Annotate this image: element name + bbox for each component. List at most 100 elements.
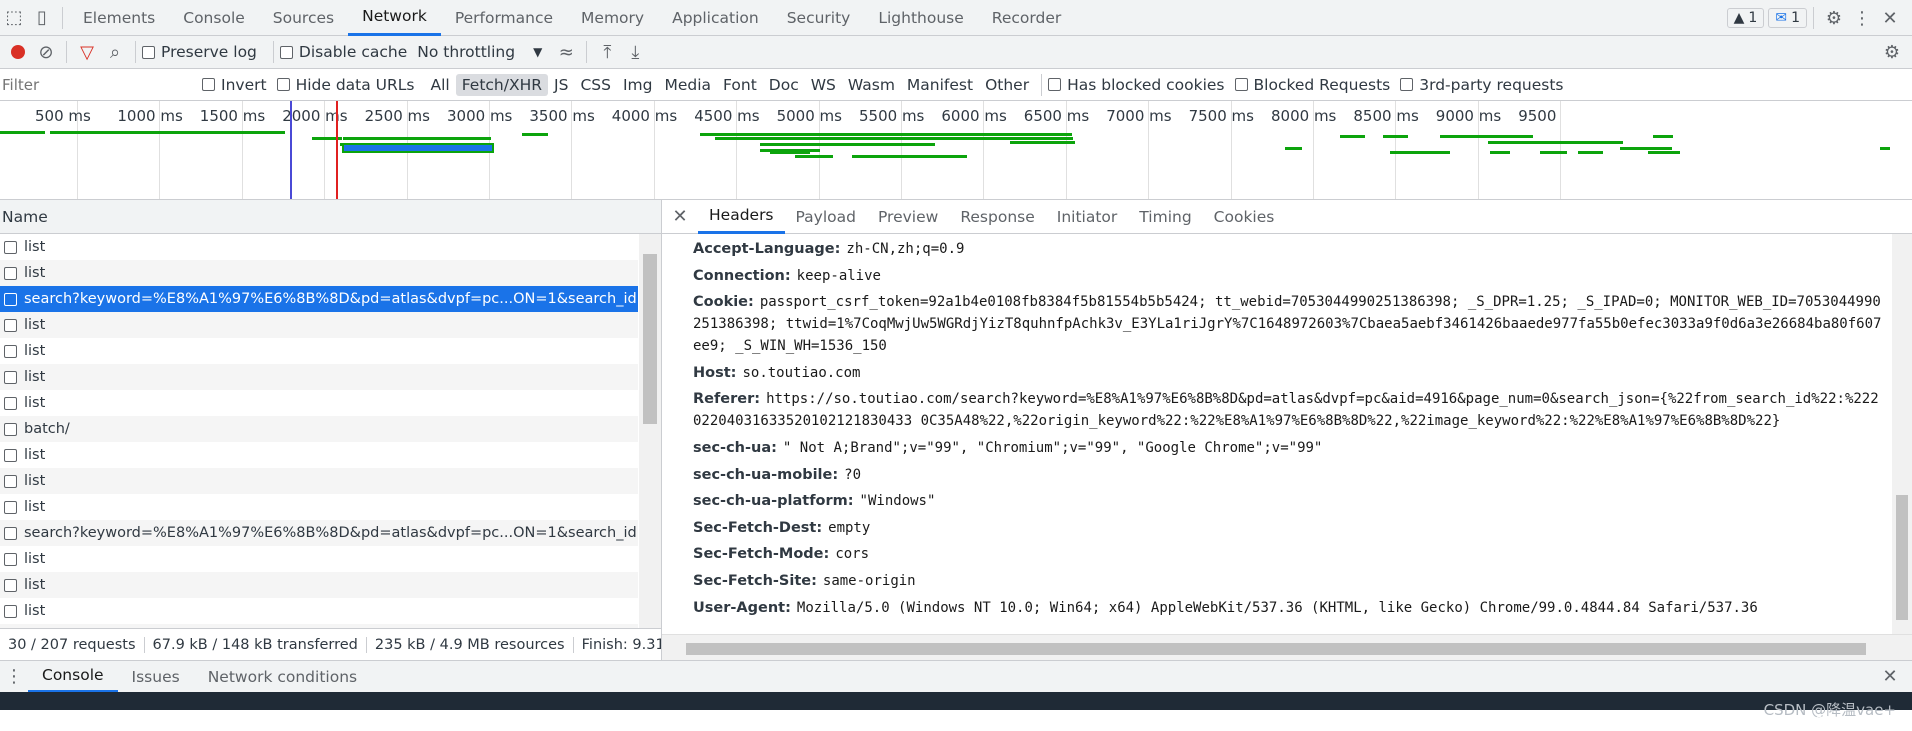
checkbox-box[interactable] [1400,78,1414,91]
detail-tab-response[interactable]: Response [949,200,1045,234]
type-filter-other[interactable]: Other [979,74,1035,96]
row-checkbox[interactable] [4,396,17,410]
warnings-badge[interactable]: ▲ 1 [1726,8,1765,28]
drawer-tab-console[interactable]: Console [28,661,118,693]
detail-tab-initiator[interactable]: Initiator [1046,200,1129,234]
checkbox-box[interactable] [279,45,293,59]
row-checkbox[interactable] [4,370,17,384]
request-row[interactable]: list [0,364,638,390]
drawer-tab-network-conditions[interactable]: Network conditions [194,661,371,693]
row-checkbox[interactable] [4,526,17,540]
row-checkbox[interactable] [4,604,17,618]
row-checkbox[interactable] [4,266,17,280]
tab-performance[interactable]: Performance [441,0,567,36]
name-column-header[interactable]: Name [0,200,661,234]
close-detail-icon[interactable]: ✕ [666,203,694,231]
type-filter-js[interactable]: JS [548,74,574,96]
tab-sources[interactable]: Sources [259,0,348,36]
tab-memory[interactable]: Memory [567,0,658,36]
type-filter-manifest[interactable]: Manifest [901,74,979,96]
request-row[interactable]: list [0,338,638,364]
settings-gear-icon[interactable]: ⚙ [1820,4,1848,32]
row-checkbox[interactable] [4,318,17,332]
tab-console[interactable]: Console [169,0,259,36]
invert-checkbox[interactable]: Invert [202,76,267,94]
checkbox-box[interactable] [202,78,215,91]
more-options-icon[interactable]: ⋮ [1848,4,1876,32]
request-row[interactable]: batch/ [0,624,638,628]
request-row[interactable]: list [0,390,638,416]
clear-icon[interactable]: ⊘ [32,38,60,66]
disable-cache-checkbox[interactable]: Disable cache [279,43,407,61]
throttling-select[interactable]: No throttling ▼ [417,43,542,61]
blocked-cookies-checkbox[interactable]: Has blocked cookies [1048,76,1225,94]
row-checkbox[interactable] [4,240,17,254]
tab-elements[interactable]: Elements [69,0,169,36]
type-filter-css[interactable]: CSS [574,74,617,96]
scrollbar-thumb[interactable] [686,643,1866,655]
search-icon[interactable]: ⌕ [101,38,129,66]
device-toolbar-icon[interactable]: ▯ [28,4,56,32]
record-icon[interactable] [4,38,32,66]
scrollbar-thumb[interactable] [643,254,657,424]
row-checkbox[interactable] [4,552,17,566]
request-row[interactable]: search?keyword=%E8%A1%97%E6%8B%8D&pd=atl… [0,286,638,312]
close-devtools-icon[interactable]: ✕ [1876,4,1904,32]
row-checkbox[interactable] [4,578,17,592]
row-checkbox[interactable] [4,422,17,436]
network-conditions-icon[interactable]: ≈ [552,38,580,66]
row-checkbox[interactable] [4,292,17,306]
tab-recorder[interactable]: Recorder [978,0,1075,36]
messages-badge[interactable]: ✉ 1 [1768,8,1807,28]
network-settings-gear-icon[interactable]: ⚙ [1878,38,1906,66]
tab-network[interactable]: Network [348,0,441,36]
checkbox-box[interactable] [142,45,155,59]
request-row[interactable]: list [0,546,638,572]
hide-data-urls-checkbox[interactable]: Hide data URLs [276,76,415,94]
detail-tab-cookies[interactable]: Cookies [1203,200,1286,234]
drawer-tab-issues[interactable]: Issues [118,661,194,693]
type-filter-media[interactable]: Media [658,74,717,96]
request-list-scrollbar[interactable] [639,234,661,628]
tab-lighthouse[interactable]: Lighthouse [864,0,977,36]
row-checkbox[interactable] [4,500,17,514]
close-drawer-icon[interactable]: ✕ [1876,663,1904,691]
type-filter-img[interactable]: Img [617,74,659,96]
network-overview-timeline[interactable]: 500 ms 1000 ms 1500 ms 2000 ms 2500 ms 3000 m… [0,101,1912,200]
type-filter-wasm[interactable]: Wasm [842,74,901,96]
request-row[interactable]: list [0,442,638,468]
detail-horizontal-scrollbar[interactable] [662,634,1912,660]
type-filter-ws[interactable]: WS [805,74,842,96]
checkbox-box[interactable] [1234,78,1248,91]
tab-application[interactable]: Application [658,0,773,36]
preserve-log-checkbox[interactable]: Preserve log [142,43,257,61]
type-filter-all[interactable]: All [425,74,456,96]
request-row[interactable]: list [0,494,638,520]
type-filter-fetch-xhr[interactable]: Fetch/XHR [455,73,549,96]
request-row[interactable]: batch/ [0,416,638,442]
tab-security[interactable]: Security [773,0,865,36]
request-row[interactable]: list [0,234,638,260]
request-row[interactable]: list [0,598,638,624]
detail-tab-payload[interactable]: Payload [785,200,867,234]
request-row[interactable]: list [0,312,638,338]
checkbox-box[interactable] [276,78,290,91]
detail-tab-preview[interactable]: Preview [867,200,949,234]
blocked-requests-checkbox[interactable]: Blocked Requests [1234,76,1390,94]
request-row[interactable]: list [0,572,638,598]
row-checkbox[interactable] [4,448,17,462]
row-checkbox[interactable] [4,344,17,358]
export-har-icon[interactable]: ⤓ [621,38,649,66]
inspect-element-icon[interactable]: ⬚ [0,4,28,32]
detail-tab-headers[interactable]: Headers [698,200,785,234]
import-har-icon[interactable]: ⤒ [593,38,621,66]
request-row[interactable]: search?keyword=%E8%A1%97%E6%8B%8D&pd=atl… [0,520,638,546]
checkbox-box[interactable] [1048,78,1062,91]
row-checkbox[interactable] [4,474,17,488]
type-filter-doc[interactable]: Doc [763,74,805,96]
drawer-menu-icon[interactable]: ⋮ [0,663,28,691]
third-party-checkbox[interactable]: 3rd-party requests [1400,76,1564,94]
type-filter-font[interactable]: Font [717,74,763,96]
detail-vertical-scrollbar[interactable] [1892,234,1912,634]
request-row[interactable]: list [0,468,638,494]
